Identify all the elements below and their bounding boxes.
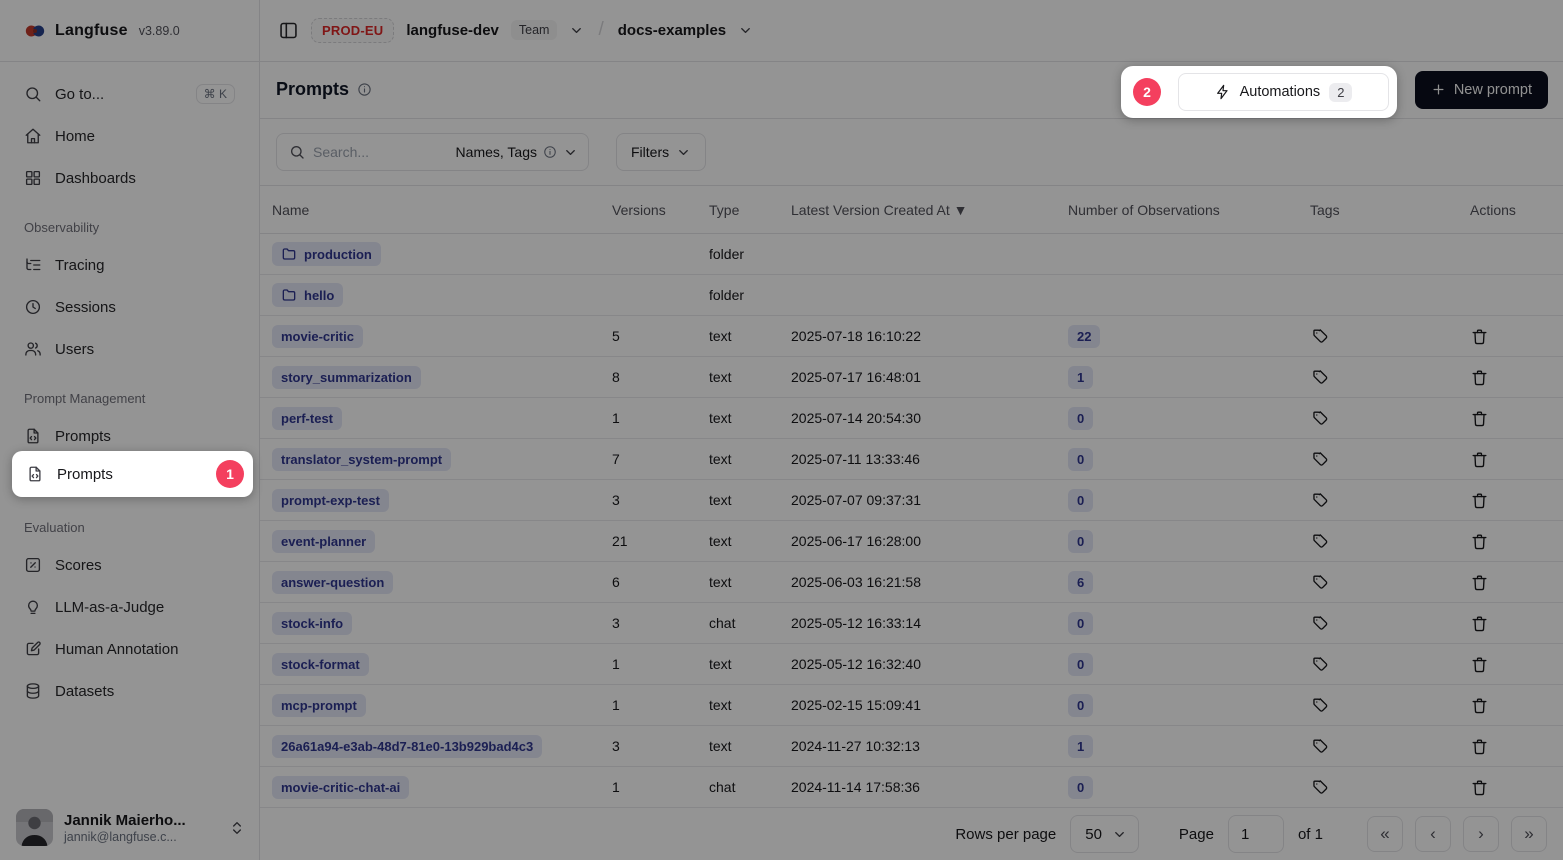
tour-step-2-badge: 2	[1133, 78, 1161, 106]
sidebar-item-label: Prompts	[57, 466, 203, 483]
tour-highlight-prompts[interactable]: Prompts 1	[12, 451, 253, 497]
tour-step-1-badge: 1	[216, 460, 244, 488]
automations-count-badge: 2	[1329, 83, 1352, 102]
zap-icon	[1215, 84, 1231, 100]
file-code-icon	[26, 465, 44, 483]
automations-button[interactable]: Automations 2	[1178, 73, 1389, 111]
tour-highlight-automations: 2 Automations 2	[1121, 66, 1397, 118]
tour-overlay[interactable]	[0, 0, 1563, 860]
